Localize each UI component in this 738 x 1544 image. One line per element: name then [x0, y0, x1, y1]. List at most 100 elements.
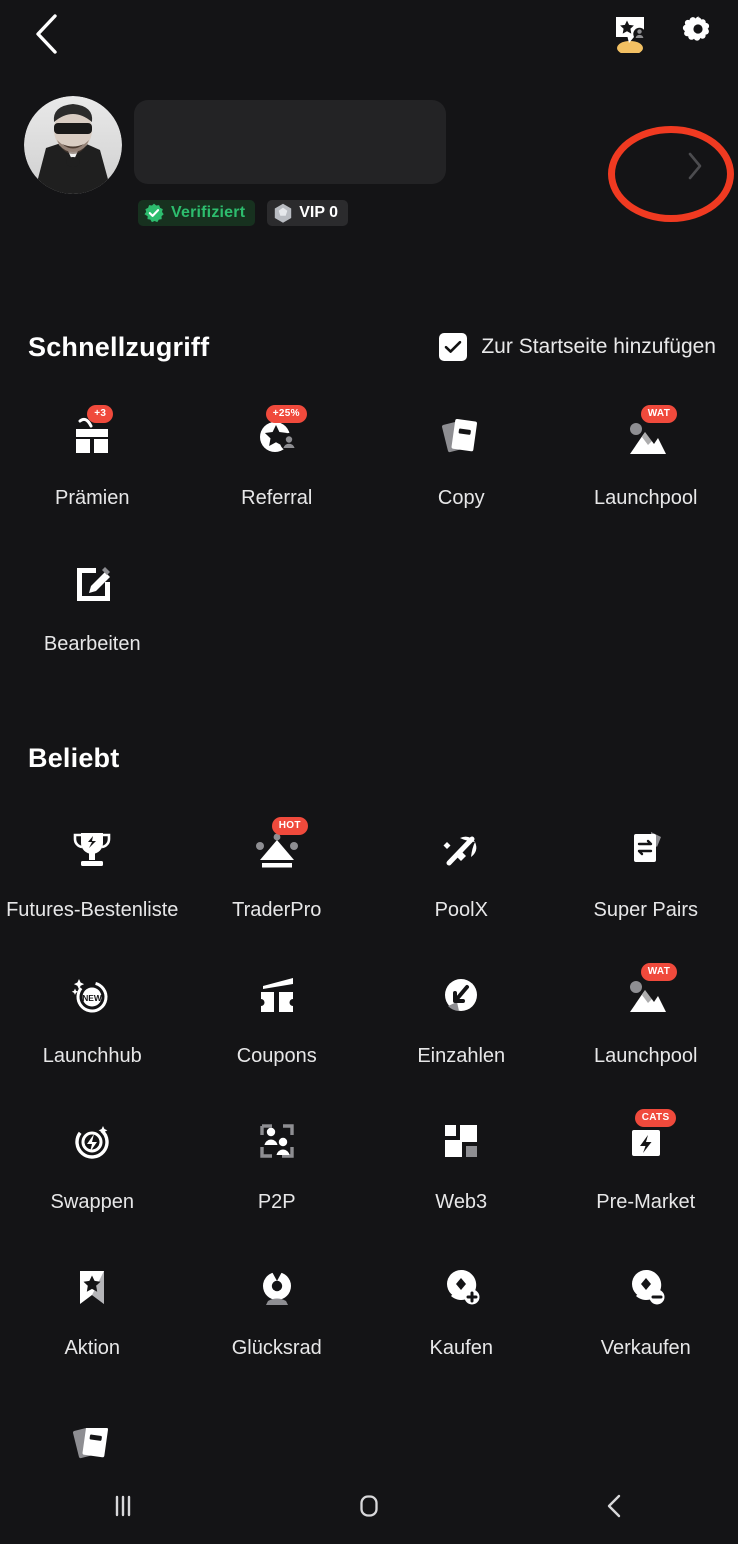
system-recents-button[interactable] — [0, 1468, 246, 1544]
popular-grid-next-row-partial — [0, 1428, 738, 1468]
popular-grid: Futures-Bestenliste HOT TraderPro PoolX S… — [0, 812, 738, 1396]
grid-item-traderpro[interactable]: HOT TraderPro — [185, 812, 370, 958]
grid-item-label: Aktion — [64, 1337, 121, 1359]
grid-item-referral[interactable]: +25% Referral — [185, 400, 370, 546]
wheel-icon — [246, 1258, 308, 1316]
bookmark-star-icon — [61, 1258, 123, 1316]
notification-badge: HOT — [271, 817, 308, 835]
add-to-homescreen-label: Zur Startseite hinzufügen — [481, 335, 716, 358]
sell-coin-icon — [615, 1258, 677, 1316]
swap-bolt-icon — [61, 1112, 123, 1170]
grid-item-label: Einzahlen — [417, 1045, 506, 1067]
grid-item-label: Verkaufen — [600, 1337, 691, 1359]
status-badge-vip[interactable]: VIP 0 — [267, 200, 349, 226]
grid-item-label: Web3 — [435, 1191, 488, 1213]
profile-detail-arrow[interactable] — [680, 148, 710, 184]
grid-item-futures-bestenliste[interactable]: Futures-Bestenliste — [0, 812, 185, 958]
notification-badge: CATS — [634, 1109, 677, 1127]
referral-star-icon: +25% — [246, 405, 308, 466]
check-icon — [444, 340, 462, 354]
grid-item-label: Copy — [437, 487, 485, 509]
edit-pencil-icon — [61, 554, 123, 612]
launchpool-icon: WAT — [615, 405, 678, 466]
chevron-right-icon — [686, 151, 704, 181]
referral-card-icon — [610, 11, 650, 53]
referral-button[interactable] — [610, 10, 650, 54]
grid-item-label: Launchhub — [42, 1045, 142, 1067]
notification-badge: WAT — [640, 963, 678, 981]
grid-item-verkaufen[interactable]: Verkaufen — [554, 1250, 738, 1396]
top-bar — [0, 0, 738, 70]
vip-gem-icon — [273, 203, 293, 224]
grid-item-label: Referral — [241, 487, 313, 509]
app-screen: Verifiziert VIP 0 Schnellzugriff Zur Sta… — [0, 0, 738, 1544]
grid-item-pre-market[interactable]: CATS Pre-Market — [554, 1104, 738, 1250]
back-button[interactable] — [24, 12, 68, 56]
add-to-homescreen-toggle[interactable]: Zur Startseite hinzufügen — [439, 333, 716, 361]
grid-item-launchhub[interactable]: NEW Launchhub — [0, 958, 185, 1104]
crown-icon: HOT — [246, 817, 308, 878]
grid-item-aktion[interactable]: Aktion — [0, 1250, 185, 1396]
username-redacted-field[interactable] — [134, 100, 446, 184]
grid-item-poolx[interactable]: PoolX — [369, 812, 554, 958]
copy-cards-icon — [430, 408, 492, 466]
launchhub-new-icon: NEW — [61, 966, 123, 1024]
copy-cards-icon — [61, 1428, 123, 1468]
grid-item-label: Kaufen — [429, 1337, 493, 1359]
settings-button[interactable] — [678, 10, 718, 54]
grid-item-kaufen[interactable]: Kaufen — [369, 1250, 554, 1396]
grid-item-label: P2P — [257, 1191, 296, 1213]
grid-item-label: Prämien — [55, 487, 130, 509]
grid-item-swappen[interactable]: Swappen — [0, 1104, 185, 1250]
svg-text:NEW: NEW — [82, 993, 102, 1003]
system-back-button[interactable] — [492, 1468, 738, 1544]
home-square-icon — [352, 1489, 386, 1523]
system-home-button[interactable] — [246, 1468, 492, 1544]
section-title-quick-access: Schnellzugriff — [28, 332, 210, 362]
grid-item-super-pairs[interactable]: Super Pairs — [554, 812, 738, 958]
launchpool-icon: WAT — [615, 963, 678, 1024]
verified-label: Verifiziert — [171, 204, 246, 221]
grid-item-label: Super Pairs — [593, 899, 699, 921]
checkbox-add-to-homescreen[interactable] — [439, 333, 468, 361]
grid-item-einzahlen[interactable]: Einzahlen — [369, 958, 554, 1104]
pre-market-icon: CATS — [615, 1109, 677, 1170]
notification-badge: +3 — [87, 405, 114, 423]
grid-item-label: Swappen — [50, 1191, 134, 1213]
notification-badge: +25% — [265, 405, 307, 423]
web3-squares-icon — [430, 1112, 492, 1170]
grid-item-bearbeiten[interactable]: Bearbeiten — [0, 546, 185, 692]
grid-item-label: Launchpool — [594, 1045, 698, 1067]
buy-coin-icon — [430, 1258, 492, 1316]
grid-item-label: TraderPro — [232, 899, 322, 921]
trophy-icon — [61, 820, 123, 878]
grid-item-label: PoolX — [434, 899, 488, 921]
grid-item-launchpool[interactable]: WAT Launchpool — [554, 958, 738, 1104]
verified-check-icon — [144, 203, 164, 223]
vip-label: VIP 0 — [299, 204, 339, 221]
grid-item-web3[interactable]: Web3 — [369, 1104, 554, 1250]
grid-item-partial[interactable] — [0, 1428, 185, 1468]
recents-bars-icon — [106, 1489, 140, 1523]
grid-item-gl-cksrad[interactable]: Glücksrad — [185, 1250, 370, 1396]
profile-header: Verifiziert VIP 0 — [0, 96, 738, 236]
avatar[interactable] — [24, 96, 122, 194]
profile-badges: Verifiziert VIP 0 — [138, 200, 349, 226]
section-title-popular: Beliebt — [28, 743, 120, 773]
grid-item-label: Bearbeiten — [43, 633, 141, 655]
gear-icon — [681, 15, 715, 49]
grid-item-copy[interactable]: Copy — [369, 400, 554, 546]
notification-badge: WAT — [640, 405, 678, 423]
chevron-left-icon — [33, 13, 59, 55]
quick-access-grid: +3 Prämien +25% Referral Copy WAT Launchpoo… — [0, 400, 738, 692]
status-badge-verified[interactable]: Verifiziert — [138, 200, 256, 226]
grid-item-label: Pre-Market — [596, 1191, 696, 1213]
grid-item-p2p[interactable]: P2P — [185, 1104, 370, 1250]
grid-item-label: Coupons — [236, 1045, 317, 1067]
grid-item-label: Glücksrad — [231, 1337, 322, 1359]
deposit-arrow-icon — [430, 966, 492, 1024]
grid-item-pr-mien[interactable]: +3 Prämien — [0, 400, 185, 546]
grid-item-label: Launchpool — [594, 487, 698, 509]
grid-item-launchpool[interactable]: WAT Launchpool — [554, 400, 738, 546]
grid-item-coupons[interactable]: Coupons — [185, 958, 370, 1104]
